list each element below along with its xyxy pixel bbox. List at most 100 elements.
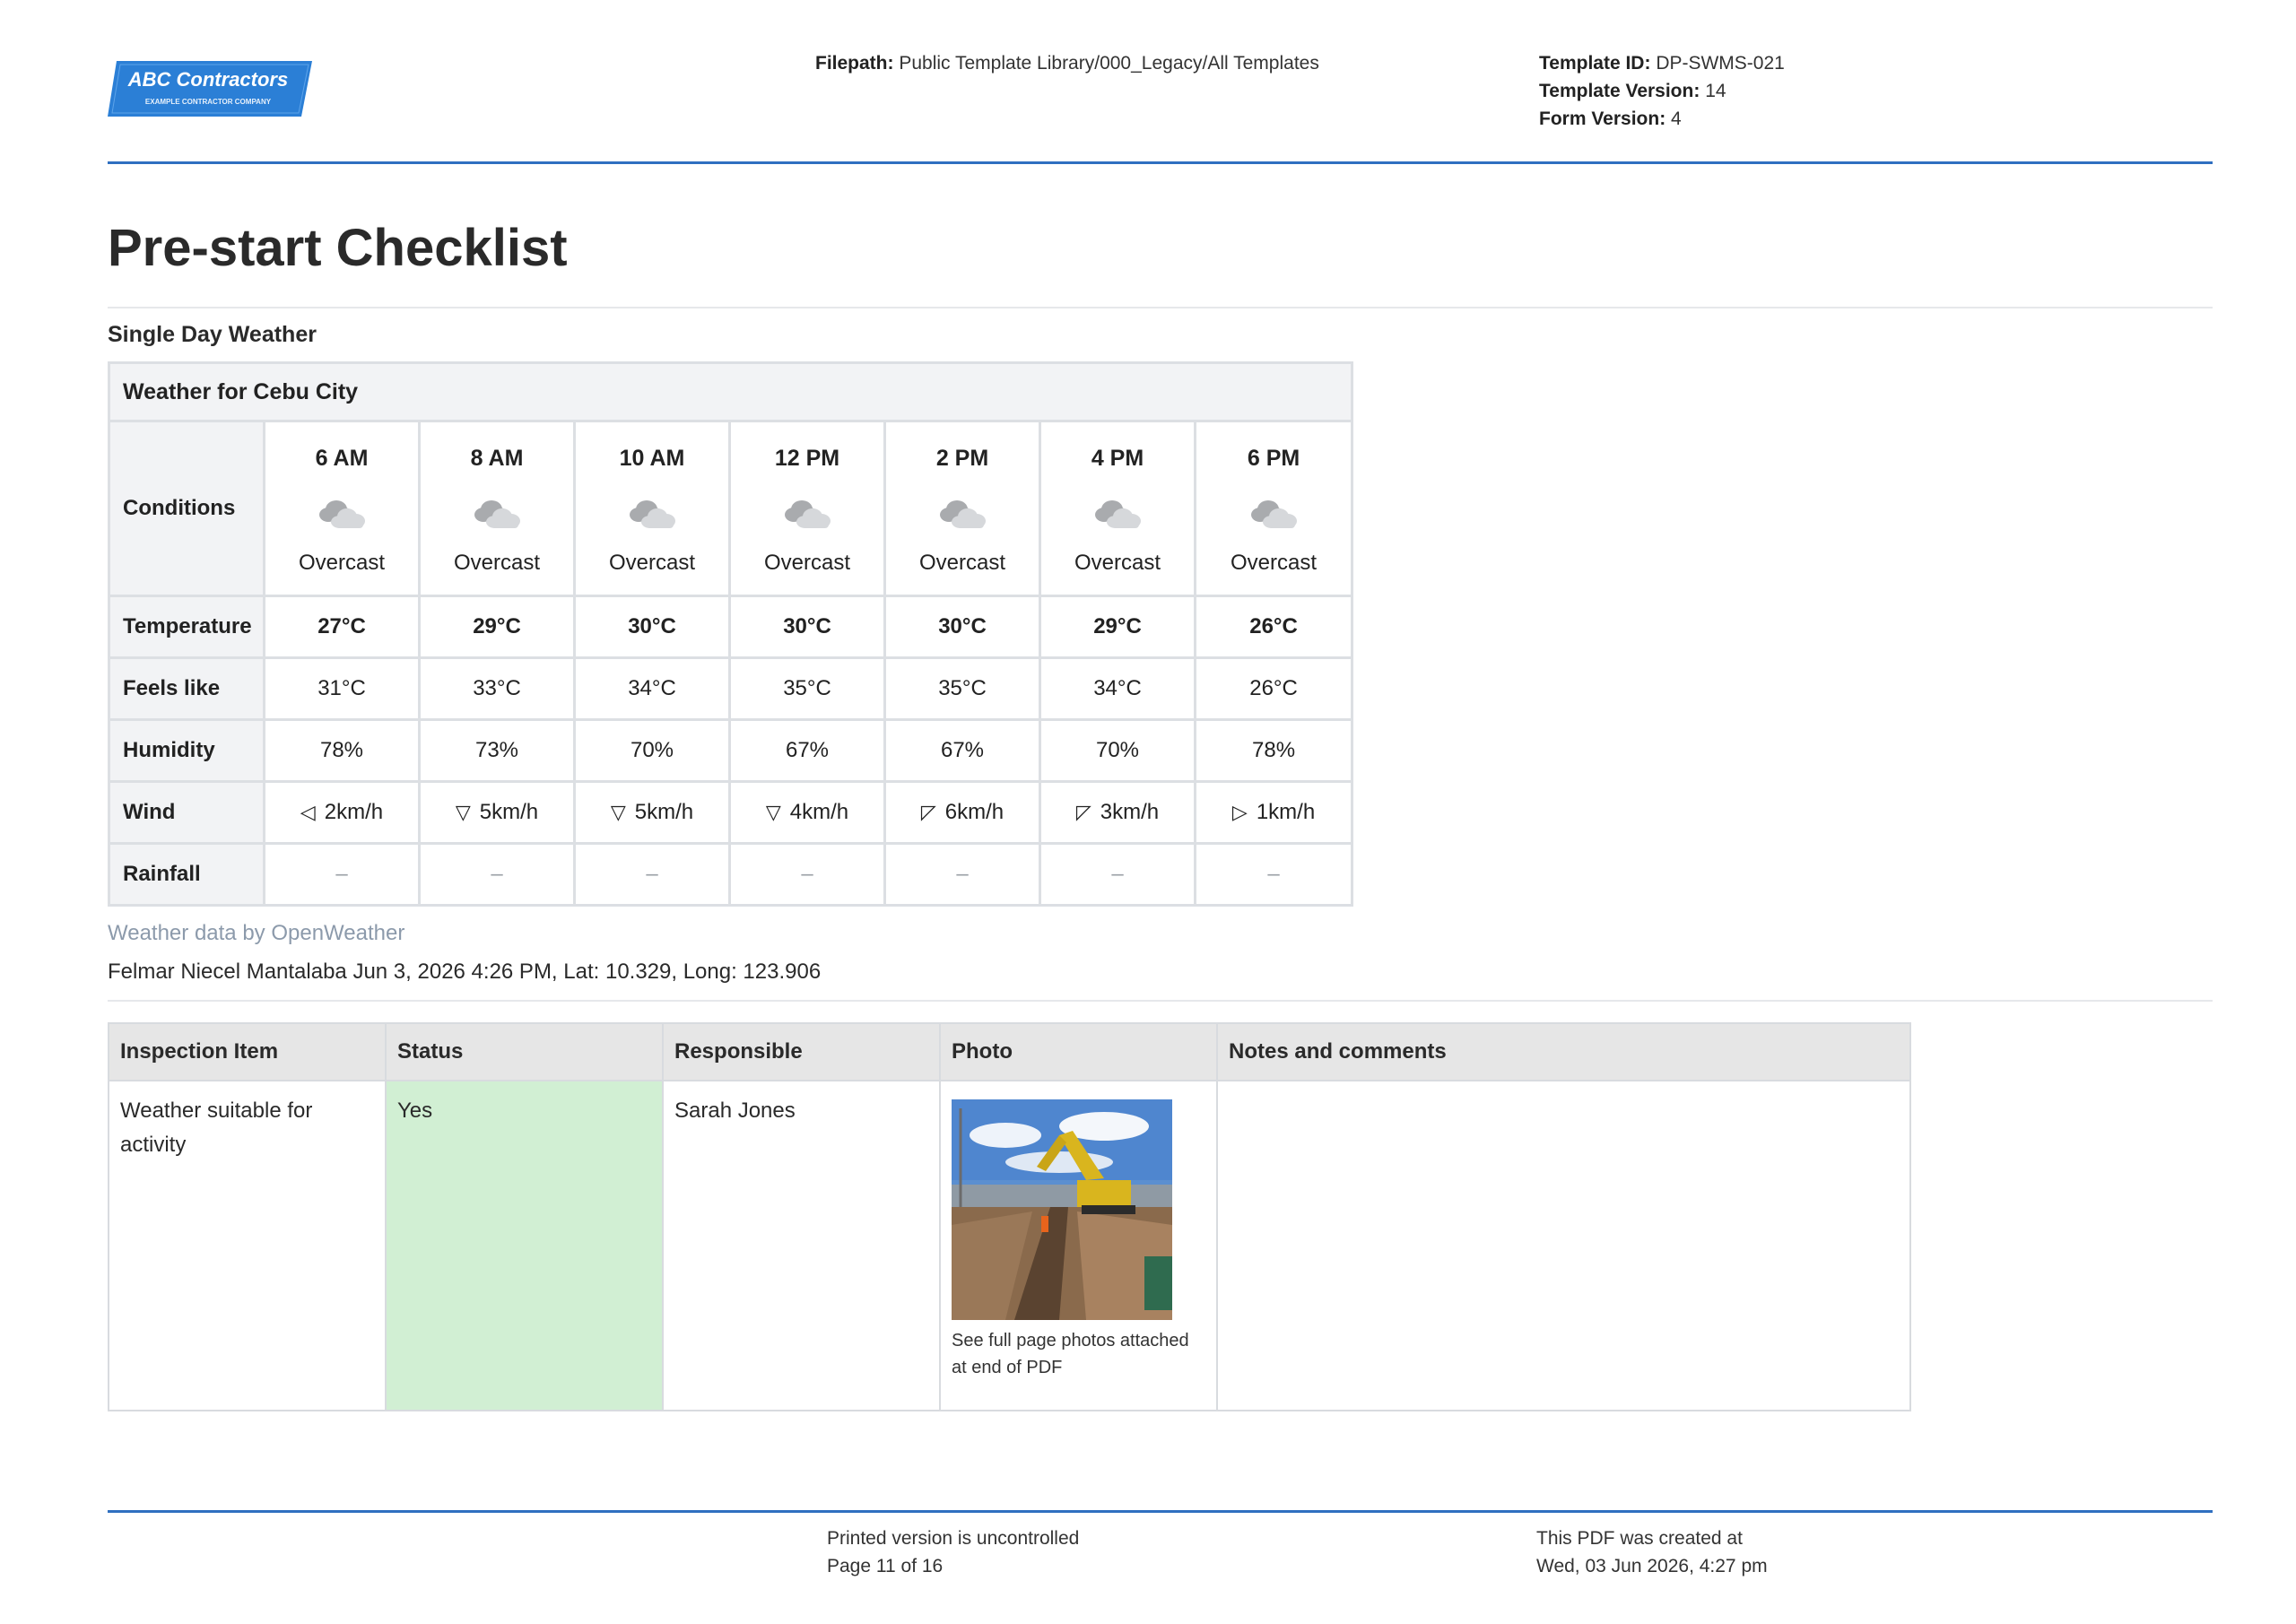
hour-label: 2 PM: [935, 445, 989, 471]
template-version-label: Template Version:: [1539, 81, 1700, 101]
header-divider: [108, 161, 2213, 164]
filepath: Filepath: Public Template Library/000_Le…: [815, 49, 1319, 77]
wind-cell: ▽ 5km/h: [573, 780, 731, 845]
wind-speed: 2km/h: [324, 800, 384, 824]
photo-cell: See full page photos attached at end of …: [939, 1080, 1218, 1411]
weather-table: Weather for Cebu City Conditions 6 AM Ove…: [107, 361, 1354, 907]
wind-cell: ▷ 1km/h: [1193, 780, 1354, 845]
temperature-cell: 29°C: [418, 595, 576, 659]
hour-label: 10 AM: [619, 445, 685, 471]
overcast-cloud-icon: [782, 495, 832, 531]
wind-cell: ◸ 3km/h: [1039, 780, 1196, 845]
col-header-photo: Photo: [939, 1022, 1218, 1081]
feels-like-cell: 31°C: [263, 656, 421, 721]
weather-credit-link[interactable]: Weather data by OpenWeather: [108, 921, 404, 946]
wind-cell: ◁ 2km/h: [263, 780, 421, 845]
condition-text: Overcast: [608, 550, 696, 575]
section-label: Single Day Weather: [108, 322, 317, 347]
rainfall-cell: –: [418, 842, 576, 907]
humidity-cell: 73%: [418, 718, 576, 783]
wind-direction-icon: ▽: [455, 801, 471, 823]
feels-like-cell: 26°C: [1193, 656, 1354, 721]
template-id-value: DP-SWMS-021: [1656, 53, 1785, 74]
footer-right: This PDF was created at Wed, 03 Jun 2026…: [1536, 1524, 1768, 1580]
col-header-notes: Notes and comments: [1216, 1022, 1911, 1081]
hour-label: 8 AM: [470, 445, 524, 471]
humidity-cell: 78%: [263, 718, 421, 783]
hour-label: 6 PM: [1247, 445, 1300, 471]
temperature-cell: 30°C: [728, 595, 886, 659]
notes-cell: [1216, 1080, 1911, 1411]
inspection-header-row: Inspection Item Status Responsible Photo…: [108, 1022, 1911, 1081]
rainfall-cell: –: [883, 842, 1041, 907]
rainfall-cell: –: [1039, 842, 1196, 907]
rainfall-cell: –: [573, 842, 731, 907]
form-version-value: 4: [1671, 109, 1682, 129]
template-version-value: 14: [1705, 81, 1726, 101]
uncontrolled-note: Printed version is uncontrolled: [827, 1528, 1080, 1549]
status-cell: Yes: [385, 1080, 664, 1411]
feels-like-cell: 34°C: [1039, 656, 1196, 721]
conditions-row: Conditions 6 AM Overcast 8 AM Overcast 10 …: [108, 420, 1354, 597]
filepath-value: Public Template Library/000_Legacy/All T…: [899, 53, 1319, 74]
wind-label: Wind: [108, 780, 265, 845]
col-header-inspection-item: Inspection Item: [108, 1022, 387, 1081]
title-divider: [108, 307, 2213, 308]
footer-divider: [108, 1510, 2213, 1513]
temperature-cell: 27°C: [263, 595, 421, 659]
wind-speed: 5km/h: [479, 800, 539, 824]
weather-divider: [108, 1000, 2213, 1002]
weather-byline: Felmar Niecel Mantalaba Jun 3, 2026 4:26…: [108, 960, 822, 984]
logo-text: ABC Contractors: [127, 68, 288, 91]
rainfall-cell: –: [263, 842, 421, 907]
template-meta: Template ID: DP-SWMS-021 Template Versio…: [1539, 49, 1785, 133]
page-title: Pre-start Checklist: [108, 219, 568, 277]
responsible-cell: Sarah Jones: [662, 1080, 941, 1411]
page-number: Page 11 of 16: [827, 1556, 944, 1576]
weather-caption: Weather for Cebu City: [107, 361, 1354, 422]
condition-cell: 2 PM Overcast: [883, 420, 1041, 597]
site-photo-thumbnail[interactable]: [952, 1099, 1172, 1320]
overcast-cloud-icon: [317, 495, 367, 531]
table-row: Weather suitable for activity Yes Sarah …: [108, 1080, 1911, 1411]
hour-label: 12 PM: [774, 445, 840, 471]
condition-text: Overcast: [453, 550, 541, 575]
feels-like-cell: 34°C: [573, 656, 731, 721]
humidity-row: Humidity 78% 73% 70% 67% 67% 70% 78%: [108, 718, 1354, 783]
condition-cell: 4 PM Overcast: [1039, 420, 1196, 597]
photo-caption: See full page photos attached at end of …: [952, 1331, 1189, 1377]
feels-like-cell: 35°C: [728, 656, 886, 721]
condition-cell: 6 PM Overcast: [1193, 420, 1354, 597]
conditions-label: Conditions: [108, 420, 265, 597]
created-at: Wed, 03 Jun 2026, 4:27 pm: [1536, 1556, 1768, 1576]
hour-label: 4 PM: [1091, 445, 1144, 471]
overcast-cloud-icon: [1092, 495, 1143, 531]
wind-direction-icon: ▽: [610, 801, 626, 823]
condition-cell: 12 PM Overcast: [728, 420, 886, 597]
rainfall-cell: –: [728, 842, 886, 907]
humidity-cell: 70%: [573, 718, 731, 783]
wind-direction-icon: ▽: [765, 801, 781, 823]
condition-cell: 10 AM Overcast: [573, 420, 731, 597]
wind-speed: 3km/h: [1100, 800, 1160, 824]
inspection-table: Inspection Item Status Responsible Photo…: [108, 1022, 1911, 1411]
rainfall-cell: –: [1193, 842, 1354, 907]
wind-speed: 1km/h: [1256, 800, 1316, 824]
wind-cell: ▽ 4km/h: [728, 780, 886, 845]
hour-label: 6 AM: [315, 445, 369, 471]
overcast-cloud-icon: [472, 495, 522, 531]
humidity-cell: 67%: [728, 718, 886, 783]
wind-cell: ▽ 5km/h: [418, 780, 576, 845]
footer-center: Printed version is uncontrolled Page 11 …: [827, 1524, 1079, 1580]
wind-direction-icon: ◁: [300, 801, 316, 823]
humidity-cell: 70%: [1039, 718, 1196, 783]
overcast-cloud-icon: [1248, 495, 1299, 531]
humidity-cell: 78%: [1193, 718, 1354, 783]
logo-subtext: EXAMPLE CONTRACTOR COMPANY: [145, 98, 272, 106]
temperature-cell: 29°C: [1039, 595, 1196, 659]
condition-text: Overcast: [298, 550, 386, 575]
created-label: This PDF was created at: [1536, 1528, 1743, 1549]
condition-text: Overcast: [763, 550, 851, 575]
wind-speed: 5km/h: [634, 800, 694, 824]
condition-text: Overcast: [1231, 550, 1318, 575]
